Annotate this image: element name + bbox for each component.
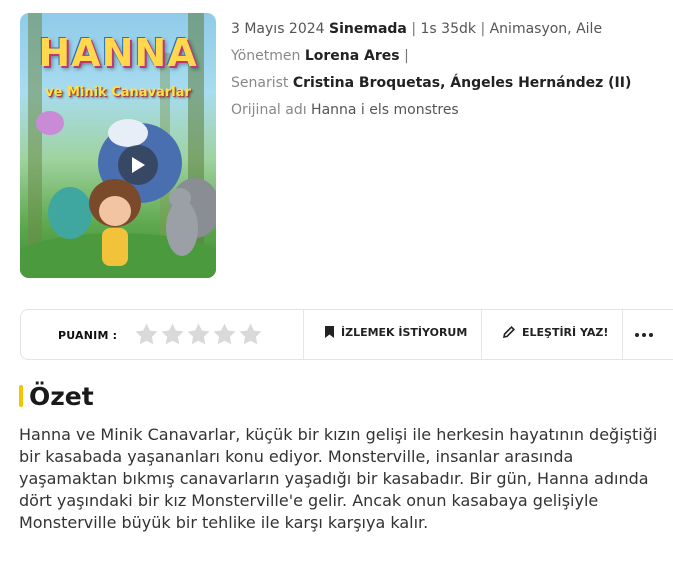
summary-heading-block: Özet [19, 380, 94, 412]
original-title-row: Orijinal adı Hanna i els monstres [231, 100, 631, 127]
divider [303, 310, 304, 359]
heading-accent [19, 385, 23, 407]
watchlist-label: İZLEMEK İSTİYORUM [341, 325, 468, 339]
star-icon[interactable] [238, 322, 263, 347]
separator: | [404, 48, 409, 64]
poster-subtitle: ve Minik Canavarlar [45, 85, 191, 100]
writer-label: Senarist [231, 75, 289, 91]
release-row: 3 Mayıs 2024 Sinemada | 1s 35dk | Animas… [231, 19, 631, 46]
movie-poster[interactable]: HANNA ve Minik Canavarlar [20, 13, 216, 278]
director-link[interactable]: Lorena Ares [305, 48, 400, 64]
separator: | [411, 21, 417, 37]
write-review-button[interactable]: ELEŞTİRİ YAZ! [502, 325, 608, 339]
watchlist-button[interactable]: İZLEMEK İSTİYORUM [324, 325, 467, 339]
original-title: Hanna i els monstres [311, 102, 459, 118]
movie-info: 3 Mayıs 2024 Sinemada | 1s 35dk | Animas… [231, 19, 631, 127]
star-icon[interactable] [212, 322, 237, 347]
duration: 1s 35dk [420, 21, 476, 37]
writer-links[interactable]: Cristina Broquetas, Ángeles Hernández (I… [293, 75, 632, 91]
original-title-label: Orijinal adı [231, 102, 307, 118]
writer-row: Senarist Cristina Broquetas, Ángeles Her… [231, 73, 631, 100]
star-icon[interactable] [134, 322, 159, 347]
star-icon[interactable] [160, 322, 185, 347]
director-label: Yönetmen [231, 48, 301, 64]
pencil-icon [502, 325, 516, 339]
bookmark-icon [325, 326, 334, 338]
summary-heading: Özet [29, 381, 94, 411]
summary-text: Hanna ve Minik Canavarlar, küçük bir kız… [19, 425, 658, 532]
release-status[interactable]: Sinemada [329, 21, 407, 37]
director-row: Yönetmen Lorena Ares | [231, 46, 631, 73]
review-label: ELEŞTİRİ YAZ! [522, 325, 609, 339]
star-icon[interactable] [186, 322, 211, 347]
more-dots-icon[interactable] [635, 333, 653, 337]
genres: Animasyon, Aile [489, 21, 603, 37]
play-icon[interactable] [118, 145, 158, 185]
poster-title: HANNA [38, 31, 198, 75]
divider [622, 310, 623, 359]
separator: | [480, 21, 486, 37]
action-bar: PUANIM : İZLEMEK İSTİYORUM ELEŞTİRİ YAZ! [20, 309, 673, 360]
divider [481, 310, 482, 359]
release-date: 3 Mayıs 2024 [231, 21, 325, 37]
rating-stars[interactable] [134, 322, 263, 347]
rating-label: PUANIM : [58, 329, 118, 342]
